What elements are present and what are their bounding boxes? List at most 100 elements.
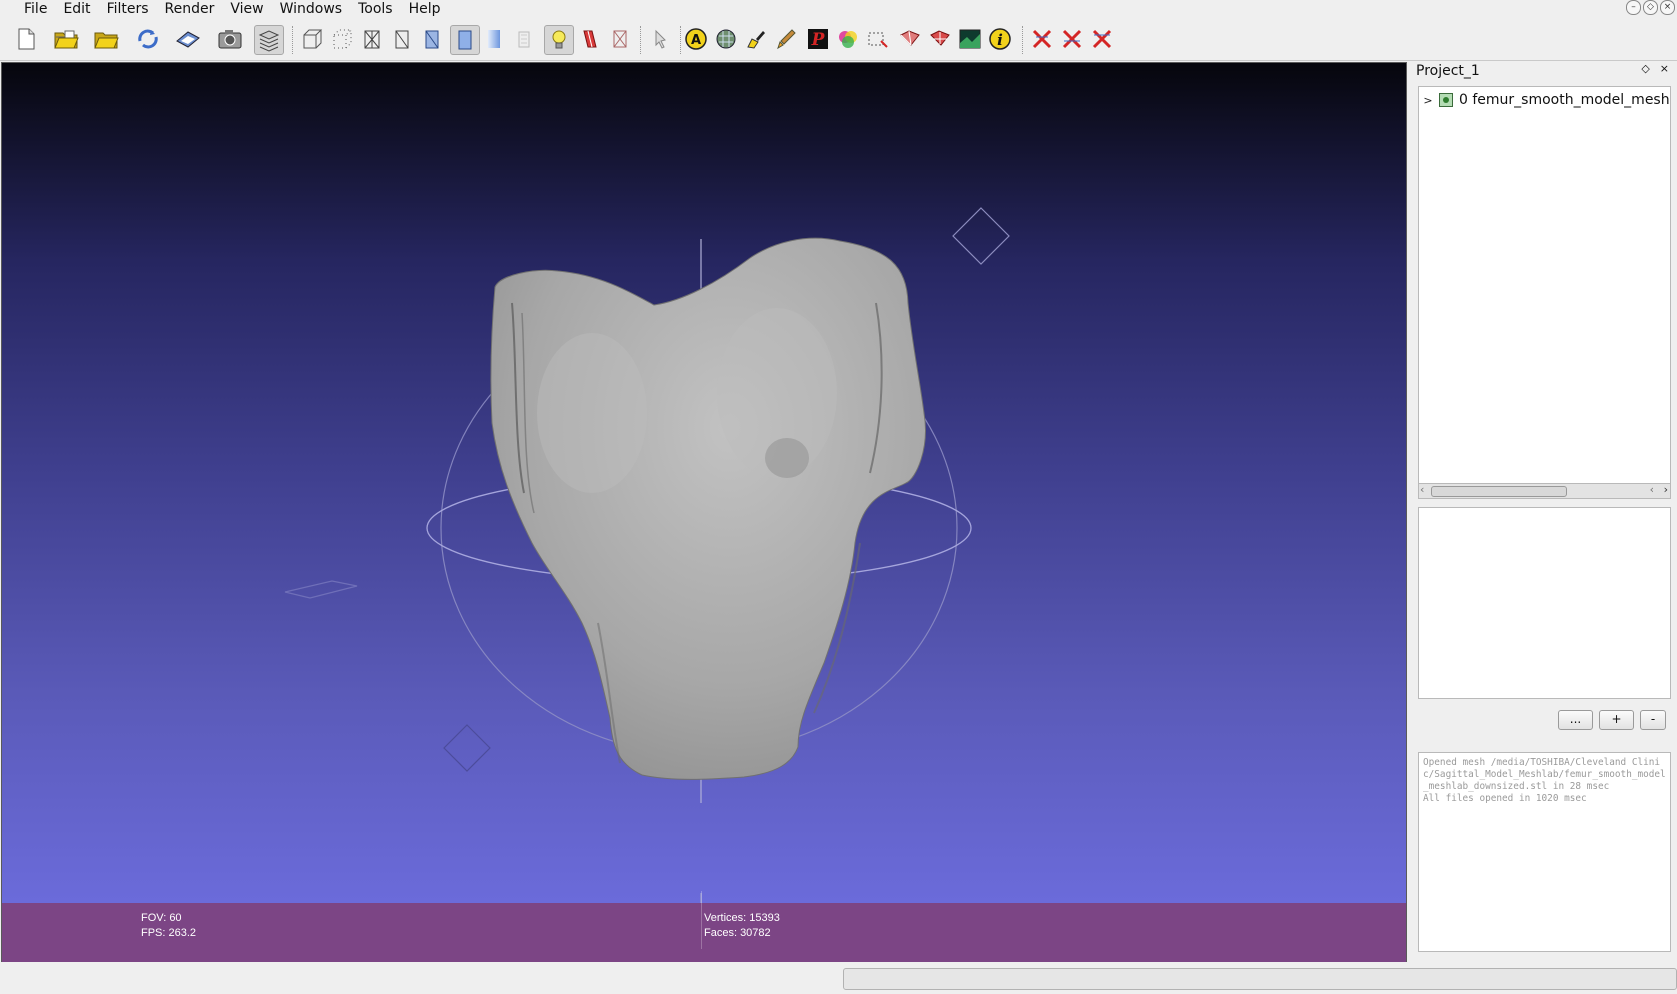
texture-edit-button[interactable] [956,25,984,53]
hidden-lines-button[interactable] [388,25,416,53]
expand-arrow-icon[interactable]: > [1421,94,1435,107]
fps-label: FPS: 263.2 [141,927,197,939]
layer-tree[interactable]: > 0 femur_smooth_model_meshl [1418,86,1671,484]
align-button[interactable] [712,25,740,53]
export-mesh-icon [176,31,200,48]
light-icon [552,30,566,49]
new-project-button[interactable] [12,25,40,53]
scroll-left-icon[interactable]: ‹ [1420,483,1424,496]
fancy-light-button[interactable] [606,25,634,53]
texture-edit-icon [959,29,981,49]
scrollbar-thumb[interactable] [1431,486,1567,497]
select-info-button[interactable] [646,25,674,53]
flat-button[interactable] [450,25,480,55]
flat-lines-button[interactable] [418,25,446,53]
menu-bar: File Edit Filters Render View Windows To… [0,0,1677,18]
reload-icon [138,29,158,49]
bounding-box-icon [303,29,323,49]
toolbar-separator [640,26,642,54]
minimize-icon[interactable]: – [1626,0,1641,15]
snapshot-icon [218,30,242,49]
reload-button[interactable] [134,25,162,53]
remove-button[interactable]: - [1640,710,1666,730]
smooth-button[interactable] [480,25,508,53]
points-button[interactable] [328,25,356,53]
log-panel[interactable]: Opened mesh /media/TOSHIBA/Cleveland Cli… [1418,752,1671,952]
menu-file[interactable]: File [16,0,55,18]
wireframe-button[interactable] [358,25,386,53]
annotation-icon: A [685,28,707,50]
layers-icon [258,30,280,52]
visibility-eye-icon[interactable] [1439,93,1453,107]
toolbar-separator [292,26,294,54]
new-project-icon [18,28,35,50]
open-project-button[interactable] [52,25,80,53]
double-side-button[interactable] [576,25,604,53]
annotation-button[interactable]: A [682,25,710,53]
light-gizmo [952,207,1010,265]
menu-render[interactable]: Render [157,0,223,18]
delete-faces-button[interactable] [1028,25,1056,53]
femur-mesh [490,237,926,780]
close-window-icon[interactable]: × [1660,0,1675,15]
menu-view[interactable]: View [222,0,271,18]
layers-button[interactable] [254,25,284,55]
svg-text:i: i [997,31,1003,49]
light-gizmo [443,724,491,772]
hidden-lines-icon [395,30,409,49]
menu-windows[interactable]: Windows [272,0,351,18]
select-region-icon [930,30,950,46]
window-controls: – ◇ × [1626,0,1675,15]
snapshot-button[interactable] [216,25,244,53]
menu-edit[interactable]: Edit [55,0,98,18]
scroll-right-icon[interactable]: › [1664,483,1668,496]
maximize-icon[interactable]: ◇ [1643,0,1658,15]
import-mesh-button[interactable] [92,25,120,53]
scene-canvas [284,207,1010,903]
point-picker-button[interactable]: P [804,25,832,53]
fov-label: FOV: 60 [141,912,182,924]
float-dock-icon[interactable]: ◇ [1641,62,1649,75]
delete-vertices-icon [1062,29,1082,49]
delete-vertices-button[interactable] [1058,25,1086,53]
render-info: FOV: 60 FPS: 263.2 [141,911,196,941]
more-button[interactable]: ... [1558,710,1593,730]
color-button[interactable] [834,25,862,53]
brush-icon [777,29,796,50]
menu-tools[interactable]: Tools [350,0,401,18]
open-project-icon [54,30,79,49]
close-dock-icon[interactable]: × [1660,62,1669,75]
bounding-box-button[interactable] [298,25,326,53]
femur-shadow [765,438,809,478]
add-button[interactable]: + [1599,710,1634,730]
horizontal-scrollbar[interactable]: ‹ ‹ › [1418,483,1671,499]
paint-button[interactable] [742,25,770,53]
layer-row[interactable]: > 0 femur_smooth_model_meshl [1419,91,1670,109]
delete-all-button[interactable] [1088,25,1116,53]
light-button[interactable] [544,25,574,55]
points-icon [333,29,353,49]
toolbar: A P i [0,20,1677,61]
select-faces-button[interactable] [864,25,892,53]
texture-button[interactable] [510,25,538,53]
menu-filters[interactable]: Filters [99,0,157,18]
progress-bar [843,968,1677,990]
flat-lines-icon [425,30,439,49]
dock-title: Project_1 [1416,63,1480,79]
export-mesh-button[interactable] [174,25,202,53]
scroll-left-alt-icon[interactable]: ‹ [1650,483,1654,496]
select-region-button[interactable] [926,25,954,53]
select-vertices-button[interactable] [896,25,924,53]
texture-icon [518,31,530,48]
fancy-light-icon [613,30,627,48]
select-faces-icon [868,32,888,48]
menu-help[interactable]: Help [401,0,449,18]
brush-button[interactable] [772,25,800,53]
svg-text:P: P [811,30,826,50]
vertices-label: Vertices: 15393 [704,912,780,924]
3d-viewport[interactable]: FOV: 60 FPS: 263.2 Vertices: 15393 Faces… [1,62,1407,964]
info-bar: FOV: 60 FPS: 263.2 Vertices: 15393 Faces… [2,891,1406,963]
info-button[interactable]: i [986,25,1014,53]
svg-text:A: A [691,33,701,48]
status-bar [0,962,1677,994]
